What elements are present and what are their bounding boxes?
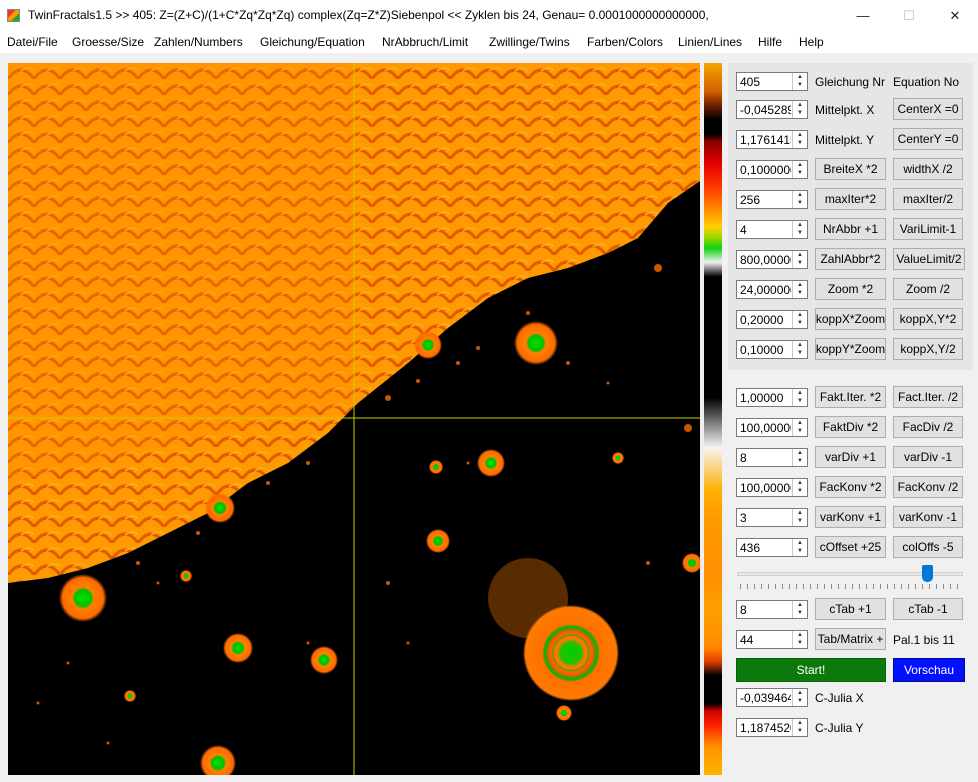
close-button[interactable]: ✕ — [932, 0, 978, 31]
equation-number-spinbox[interactable]: 405 ▲ ▼ — [736, 72, 808, 91]
menu-datei-file[interactable]: Datei/File — [7, 35, 58, 49]
center-y-zero-button[interactable]: CenterY =0 — [893, 128, 963, 150]
max-iter-half-button[interactable]: maxIter/2 — [893, 188, 963, 210]
menu-gleichung-equation[interactable]: Gleichung/Equation — [260, 35, 365, 49]
ctab-minus-button[interactable]: cTab -1 — [893, 598, 963, 620]
minimize-button[interactable]: — — [840, 0, 886, 31]
zoom-half-button[interactable]: Zoom /2 — [893, 278, 963, 300]
c-julia-y-label: C-Julia Y — [815, 721, 864, 735]
width-x-half-button[interactable]: widthX /2 — [893, 158, 963, 180]
var-konv-plus-button[interactable]: varKonv +1 — [815, 506, 886, 528]
menu-help[interactable]: Help — [799, 35, 824, 49]
app-icon — [7, 9, 20, 22]
kopp-x-zoom-button[interactable]: koppX*Zoom — [815, 308, 886, 330]
c-julia-x-label: C-Julia X — [815, 691, 864, 705]
col-offs-minus-button[interactable]: colOffs -5 — [893, 536, 963, 558]
equation-no-label: Equation No — [893, 75, 960, 89]
menu-groesse-size[interactable]: Groesse/Size — [72, 35, 144, 49]
nr-abbruch-spinbox[interactable]: 4 ▲ ▼ — [736, 220, 808, 239]
zahl-abbr-double-button[interactable]: ZahlAbbr*2 — [815, 248, 886, 270]
fac-konv-half-button[interactable]: FacKonv /2 — [893, 476, 963, 498]
fac-konv-double-button[interactable]: FacKonv *2 — [815, 476, 886, 498]
slider-ticks — [740, 584, 962, 589]
zoom-spinbox[interactable]: 24,000000▲▼ — [736, 280, 808, 299]
zoom-double-button[interactable]: Zoom *2 — [815, 278, 886, 300]
kopp-y-zoom-button[interactable]: koppY*Zoom — [815, 338, 886, 360]
var-div-plus-button[interactable]: varDiv +1 — [815, 446, 886, 468]
zahl-abbruch-spinbox[interactable]: 800,00000▲▼ — [736, 250, 808, 269]
fac-div-half-button[interactable]: FacDiv /2 — [893, 416, 963, 438]
fractal-canvas[interactable] — [8, 63, 700, 775]
fakt-div-spinbox[interactable]: 100,00000▲▼ — [736, 418, 808, 437]
tab-matrix-plus-button[interactable]: Tab/Matrix + — [815, 628, 886, 650]
nr-abbr-plus-button[interactable]: NrAbbr +1 — [815, 218, 886, 240]
gleichung-nr-label: Gleichung Nr — [815, 75, 886, 89]
menu-nrabbruch-limit[interactable]: NrAbbruch/Limit — [382, 35, 468, 49]
var-konv-spinbox[interactable]: 3 ▲ ▼ — [736, 508, 808, 527]
fac-konv-spinbox[interactable]: 100,00000▲▼ — [736, 478, 808, 497]
vari-limit-minus-button[interactable]: VariLimit-1 — [893, 218, 963, 240]
value-limit-half-button[interactable]: ValueLimit/2 — [893, 248, 965, 270]
palette-range-label: Pal.1 bis 11 — [893, 633, 955, 647]
vorschau-button[interactable]: Vorschau — [893, 658, 965, 682]
kopp-x-spinbox[interactable]: 0,20000 ▲ ▼ — [736, 310, 808, 329]
ctab-spinbox[interactable]: 8 ▲ ▼ — [736, 600, 808, 619]
ctab-plus-button[interactable]: cTab +1 — [815, 598, 886, 620]
width-x-spinbox[interactable]: 0,1000000▲▼ — [736, 160, 808, 179]
kopp-xy-half-button[interactable]: koppX,Y/2 — [893, 338, 963, 360]
c-julia-x-spinbox[interactable]: -0,0394649▲▼ — [736, 688, 808, 707]
window-title: TwinFractals1.5 >> 405: Z=(Z+C)/(1+C*Zq*… — [28, 8, 709, 22]
center-x-zero-button[interactable]: CenterX =0 — [893, 98, 963, 120]
slider-thumb[interactable] — [922, 565, 933, 582]
fakt-iter-spinbox[interactable]: 1,00000 ▲ ▼ — [736, 388, 808, 407]
menu-zahlen-numbers[interactable]: Zahlen/Numbers — [154, 35, 243, 49]
var-konv-minus-button[interactable]: varKonv -1 — [893, 506, 963, 528]
center-y-spinbox[interactable]: 1,1761415(▲▼ — [736, 130, 808, 149]
menu-farben-colors[interactable]: Farben/Colors — [587, 35, 663, 49]
kopp-y-spinbox[interactable]: 0,10000 ▲ ▼ — [736, 340, 808, 359]
color-palette-bar — [704, 63, 722, 775]
menu-bar: Datei/File Groesse/Size Zahlen/Numbers G… — [0, 31, 978, 53]
title-bar: TwinFractals1.5 >> 405: Z=(Z+C)/(1+C*Zq*… — [0, 0, 978, 31]
kopp-xy-double-button[interactable]: koppX,Y*2 — [893, 308, 963, 330]
fakt-iter-double-button[interactable]: Fakt.Iter. *2 — [815, 386, 886, 408]
max-iter-double-button[interactable]: maxIter*2 — [815, 188, 886, 210]
mittelpunkt-x-label: Mittelpkt. X — [815, 103, 875, 117]
breite-x-double-button[interactable]: BreiteX *2 — [815, 158, 886, 180]
menu-hilfe[interactable]: Hilfe — [758, 35, 782, 49]
start-button[interactable]: Start! — [736, 658, 886, 682]
maximize-button[interactable]: ☐ — [886, 0, 932, 31]
fakt-div-double-button[interactable]: FaktDiv *2 — [815, 416, 886, 438]
c-offset-spinbox[interactable]: 436 ▲ ▼ — [736, 538, 808, 557]
var-div-minus-button[interactable]: varDiv -1 — [893, 446, 963, 468]
center-x-spinbox[interactable]: -0,045289(▲▼ — [736, 100, 808, 119]
menu-zwillinge-twins[interactable]: Zwillinge/Twins — [489, 35, 570, 49]
var-div-spinbox[interactable]: 8 ▲ ▼ — [736, 448, 808, 467]
menu-linien-lines[interactable]: Linien/Lines — [678, 35, 742, 49]
tab-matrix-spinbox[interactable]: 44 ▲ ▼ — [736, 630, 808, 649]
c-julia-y-spinbox[interactable]: 1,1874520▲▼ — [736, 718, 808, 737]
fact-iter-half-button[interactable]: Fact.Iter. /2 — [893, 386, 963, 408]
c-offset-plus-button[interactable]: cOffset +25 — [815, 536, 886, 558]
max-iter-spinbox[interactable]: 256 ▲ ▼ — [736, 190, 808, 209]
mittelpunkt-y-label: Mittelpkt. Y — [815, 133, 875, 147]
